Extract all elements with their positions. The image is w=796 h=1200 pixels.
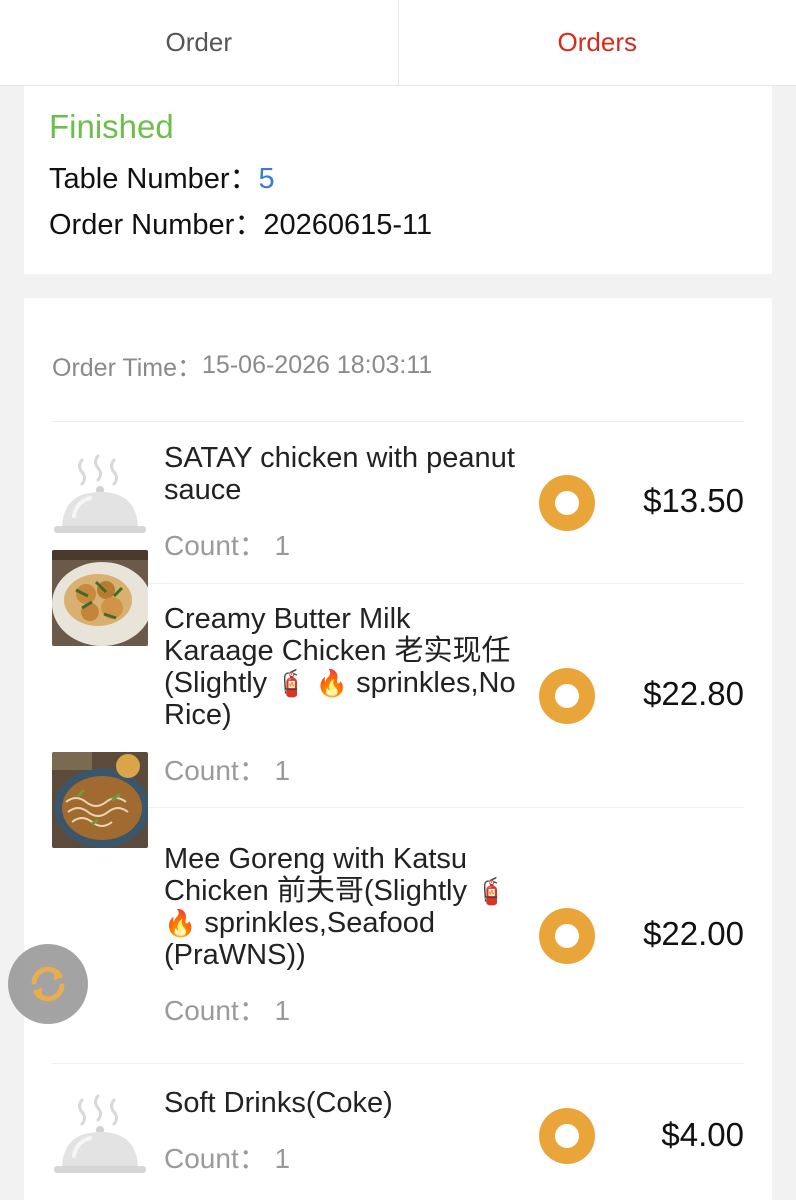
count-label: Count：: [164, 529, 267, 561]
count-label: Count：: [164, 994, 267, 1026]
table-number-value: 5: [258, 163, 275, 195]
order-number-value: 20260615-11: [263, 209, 433, 241]
refresh-button[interactable]: [8, 944, 88, 1024]
item-text: SATAY chicken with peanut sauce Count： 1: [164, 442, 524, 564]
fire-extinguisher-icon: 🧯: [475, 875, 508, 906]
item-name: Creamy Butter Milk Karaage Chicken 老实现任(…: [164, 603, 524, 731]
tab-bar: Order Orders: [0, 0, 796, 86]
karaage-chicken-photo: [52, 550, 148, 646]
order-time: Order Time： 15-06-2026 18:03:11: [52, 298, 744, 422]
cloche-placeholder-icon: [52, 450, 148, 546]
item-text: Creamy Butter Milk Karaage Chicken 老实现任(…: [164, 603, 524, 789]
item-count: Count： 1: [164, 749, 524, 789]
table-number-row: Table Number：5: [49, 156, 747, 202]
item-name: Soft Drinks(Coke): [164, 1087, 393, 1119]
item-price: $22.00: [643, 915, 744, 952]
order-status: Finished: [49, 108, 174, 145]
order-number-row: Order Number：20260615-11: [49, 202, 747, 248]
order-summary-card: Finished Table Number：5 Order Number：202…: [24, 86, 772, 274]
tab-order[interactable]: Order: [0, 0, 398, 85]
item-price: $4.00: [661, 1116, 744, 1153]
item-status-dot[interactable]: [539, 1108, 595, 1164]
fire-extinguisher-icon: 🧯: [275, 667, 308, 698]
item-name-text: Mee Goreng with Katsu Chicken 前夫哥(Slight…: [164, 842, 476, 907]
order-time-value: 15-06-2026 18:03:11: [202, 351, 433, 379]
count-value: 1: [274, 529, 291, 561]
item-status-dot[interactable]: [539, 908, 595, 964]
item-count: Count： 1: [164, 989, 524, 1029]
table-number-label: Table Number：: [49, 163, 259, 195]
mee-goreng-photo: [52, 752, 148, 848]
item-count: Count： 1: [164, 1137, 524, 1177]
cloche-placeholder-icon: [52, 1090, 148, 1186]
count-value: 1: [274, 1143, 291, 1174]
item-name: Mee Goreng with Katsu Chicken 前夫哥(Slight…: [164, 843, 524, 971]
item-text: Mee Goreng with Katsu Chicken 前夫哥(Slight…: [164, 843, 524, 1029]
fire-icon: 🔥: [315, 667, 349, 698]
count-label: Count：: [164, 1143, 267, 1174]
list-item[interactable]: SATAY chicken with peanut sauce Count： 1…: [52, 422, 744, 584]
item-status-dot[interactable]: [539, 668, 595, 724]
order-items-card: Order Time： 15-06-2026 18:03:11 SATAY chi…: [24, 298, 772, 1200]
order-time-label: Order Time：: [52, 353, 203, 382]
item-price: $22.80: [643, 675, 744, 712]
item-count: Count： 1: [164, 524, 524, 564]
item-name: SATAY chicken with peanut sauce: [164, 441, 515, 506]
refresh-icon: [31, 966, 65, 1002]
item-text: Soft Drinks(Coke) Count： 1: [164, 1087, 524, 1177]
item-name-text-end: sprinkles,Seafood (PraWNS)): [164, 906, 435, 971]
count-value: 1: [274, 994, 291, 1026]
list-item[interactable]: Creamy Butter Milk Karaage Chicken 老实现任(…: [52, 550, 744, 808]
list-item[interactable]: Mee Goreng with Katsu Chicken 前夫哥(Slight…: [52, 752, 744, 1064]
tab-orders[interactable]: Orders: [397, 0, 796, 85]
order-number-label: Order Number：: [49, 209, 264, 241]
list-item[interactable]: Soft Drinks(Coke) Count： 1 $4.00: [52, 1064, 744, 1200]
count-value: 1: [274, 754, 291, 786]
item-price: $13.50: [643, 482, 744, 519]
fire-icon: 🔥: [164, 907, 197, 938]
item-name-spacer: [308, 667, 316, 699]
item-status-dot[interactable]: [539, 475, 595, 531]
count-label: Count：: [164, 754, 267, 786]
